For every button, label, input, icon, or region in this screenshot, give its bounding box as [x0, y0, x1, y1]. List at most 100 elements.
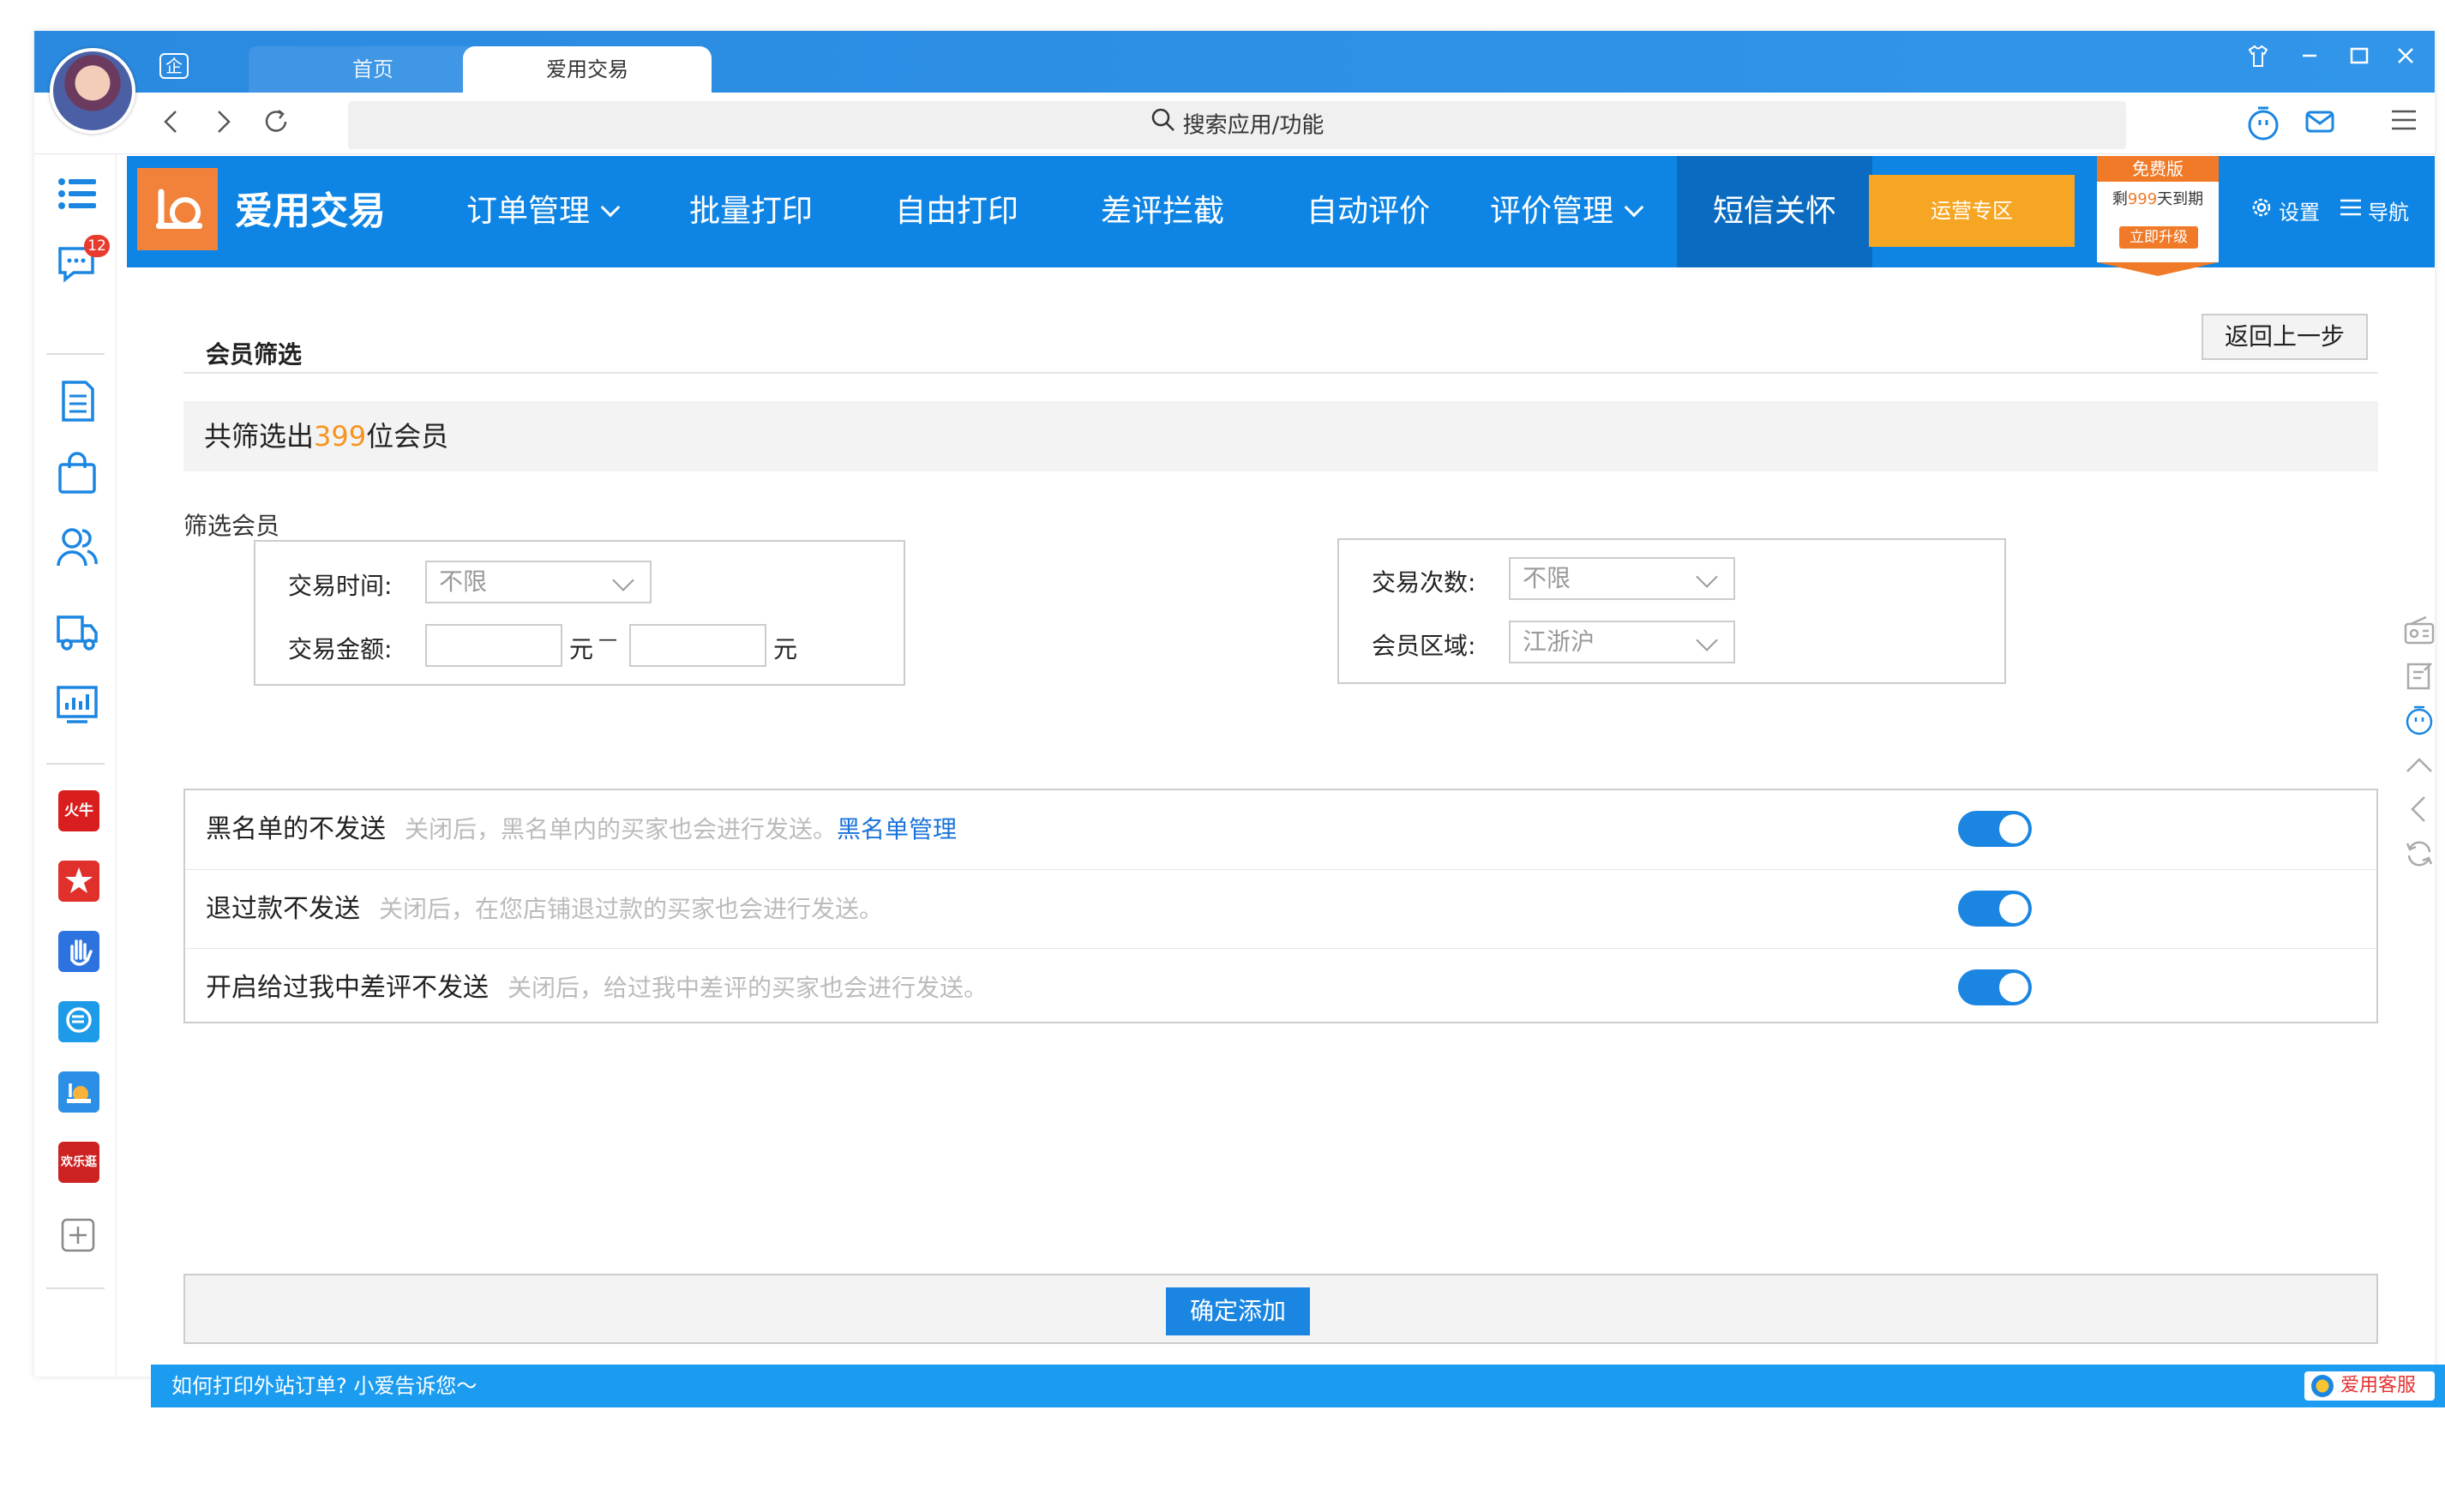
back-nav-icon[interactable]: [154, 105, 189, 142]
app-huoniu-icon[interactable]: 火牛: [58, 790, 99, 831]
app-star-icon[interactable]: [58, 861, 99, 902]
menu-batch-print[interactable]: 批量打印: [689, 156, 813, 267]
menu-free-print[interactable]: 自由打印: [895, 156, 1018, 267]
address-bar: 搜索应用/功能: [34, 93, 2435, 154]
app-search-input[interactable]: 搜索应用/功能: [348, 101, 2126, 149]
sync-icon[interactable]: [2402, 837, 2436, 871]
section-divider: [183, 372, 2378, 374]
menu-bad-review-block[interactable]: 差评拦截: [1101, 156, 1224, 267]
app-header: 爱用交易 订单管理 批量打印 自由打印 差评拦截 自动评价 评价管理 短信关怀 …: [127, 156, 2435, 276]
trade-count-select[interactable]: 不限: [1509, 557, 1735, 600]
filter-summary: 共筛选出399位会员: [183, 401, 2378, 471]
app-huanlegua-icon[interactable]: 欢乐逛: [58, 1142, 99, 1183]
forward-nav-icon[interactable]: [206, 105, 240, 142]
customer-service-icon: [2311, 1375, 2334, 1397]
mail-icon[interactable]: [2303, 105, 2337, 142]
chevron-down-icon: [1624, 197, 1644, 218]
search-placeholder: 搜索应用/功能: [1182, 112, 1325, 139]
filter-members-label: 筛选会员: [183, 512, 280, 540]
maximize-icon[interactable]: [2342, 43, 2376, 77]
enterprise-icon[interactable]: 企: [159, 53, 189, 79]
navigation-link[interactable]: 导航: [2339, 156, 2409, 268]
amount-unit-max: 元: [773, 635, 798, 663]
trade-count-label: 交易次数:: [1372, 568, 1476, 597]
confirm-add-button[interactable]: 确定添加: [1166, 1287, 1310, 1335]
users-icon[interactable]: [55, 525, 99, 569]
timer-icon[interactable]: [2402, 703, 2436, 737]
user-avatar[interactable]: [50, 48, 135, 134]
menu-sms-care[interactable]: 短信关怀: [1677, 156, 1872, 267]
menu-order-management[interactable]: 订单管理: [466, 156, 621, 267]
add-app-icon[interactable]: [60, 1217, 96, 1253]
status-bar: 如何打印外站订单? 小爱告诉您～ 爱用客服: [151, 1365, 2445, 1407]
menu-auto-review[interactable]: 自动评价: [1307, 156, 1430, 267]
menu-review-management[interactable]: 评价管理: [1490, 156, 1644, 267]
document-icon[interactable]: [55, 379, 99, 423]
chevron-down-icon: [1696, 629, 1718, 651]
title-bar: 企 首页 爱用交易: [34, 31, 2435, 93]
snail-logo-icon: [137, 168, 218, 250]
blacklist-toggle[interactable]: [1958, 811, 2032, 847]
menu-lines-icon: [2339, 157, 2363, 268]
edit-icon[interactable]: [2402, 658, 2436, 693]
chevron-up-icon[interactable]: [2402, 747, 2436, 782]
bad-review-toggle[interactable]: [1958, 969, 2032, 1005]
app-snail-icon[interactable]: [58, 1071, 99, 1113]
app-erp-icon[interactable]: [58, 1001, 99, 1042]
chevron-down-icon: [600, 197, 621, 218]
chevron-down-icon: [1696, 566, 1718, 588]
trade-filter-box: 交易时间: 不限 交易金额: 元 — 元: [254, 540, 905, 686]
left-sidebar: 12 火牛 欢乐逛: [34, 154, 117, 1377]
unread-badge: 12: [84, 235, 110, 257]
close-icon[interactable]: [2388, 43, 2423, 77]
statistics-icon[interactable]: [55, 682, 99, 727]
amount-range-dash: —: [598, 629, 617, 651]
send-options-list: 黑名单的不发送 关闭后，黑名单内的买家也会进行发送。黑名单管理 退过款不发送 关闭后…: [183, 789, 2378, 1023]
option-blacklist: 黑名单的不发送 关闭后，黑名单内的买家也会进行发送。黑名单管理: [185, 790, 2376, 869]
settings-link[interactable]: 设置: [2250, 156, 2320, 268]
sidebar-divider: [46, 763, 105, 765]
skin-icon[interactable]: [2241, 43, 2275, 77]
menu-icon[interactable]: [2387, 105, 2421, 142]
amount-min-input[interactable]: [425, 624, 562, 667]
list-icon[interactable]: [55, 171, 99, 216]
refund-toggle[interactable]: [1958, 891, 2032, 927]
blacklist-management-link[interactable]: 黑名单管理: [837, 815, 957, 843]
trade-amount-label: 交易金额:: [288, 635, 393, 663]
gear-icon: [2250, 157, 2274, 268]
radio-icon[interactable]: [2402, 614, 2436, 648]
option-bad-review: 开启给过我中差评不发送 关闭后，给过我中差评的买家也会进行发送。: [185, 948, 2376, 1027]
search-icon: [1150, 102, 1176, 150]
shopping-bag-icon[interactable]: [55, 451, 99, 495]
trade-time-select[interactable]: 不限: [425, 561, 652, 603]
trade-time-label: 交易时间:: [288, 572, 393, 600]
upgrade-button[interactable]: 立即升级: [2119, 226, 2198, 249]
tip-message-link[interactable]: 如何打印外站订单? 小爱告诉您～: [171, 1365, 477, 1407]
timer-icon[interactable]: [2244, 105, 2279, 142]
action-bar: 确定添加: [183, 1274, 2378, 1344]
brand-name: 爱用交易: [235, 189, 386, 233]
section-title: 会员筛选: [206, 340, 303, 369]
sidebar-divider: [46, 353, 105, 355]
chevron-left-icon[interactable]: [2402, 792, 2436, 826]
member-region-select[interactable]: 江浙沪: [1509, 621, 1735, 663]
refresh-icon[interactable]: [259, 105, 293, 142]
customer-service-button[interactable]: 爱用客服: [2304, 1371, 2435, 1401]
minimize-icon[interactable]: [2292, 43, 2327, 77]
amount-unit-min: 元: [569, 635, 594, 663]
amount-max-input[interactable]: [629, 624, 766, 667]
app-window: 企 首页 爱用交易 搜索应用/功能 12 火牛 欢乐逛 爱用交易 订单管理 批量…: [34, 31, 2445, 1407]
badge-tip: [2097, 262, 2219, 276]
member-filter-box: 交易次数: 不限 会员区域: 江浙沪: [1337, 538, 2006, 684]
back-step-button[interactable]: 返回上一步: [2202, 314, 2368, 360]
free-version-badge[interactable]: 免费版 剩999天到期 立即升级: [2097, 156, 2219, 276]
operations-zone-button[interactable]: 运营专区: [1869, 175, 2075, 247]
option-refund: 退过款不发送 关闭后，在您店铺退过款的买家也会进行发送。: [185, 869, 2376, 948]
free-version-title: 免费版: [2097, 156, 2219, 182]
tab-home[interactable]: 首页: [249, 46, 497, 93]
delivery-truck-icon[interactable]: [55, 609, 99, 653]
remain-days: 剩999天到期: [2097, 182, 2219, 218]
app-hand-icon[interactable]: [58, 931, 99, 972]
tab-aiyong-trade[interactable]: 爱用交易: [463, 46, 712, 93]
chevron-down-icon: [612, 569, 634, 591]
